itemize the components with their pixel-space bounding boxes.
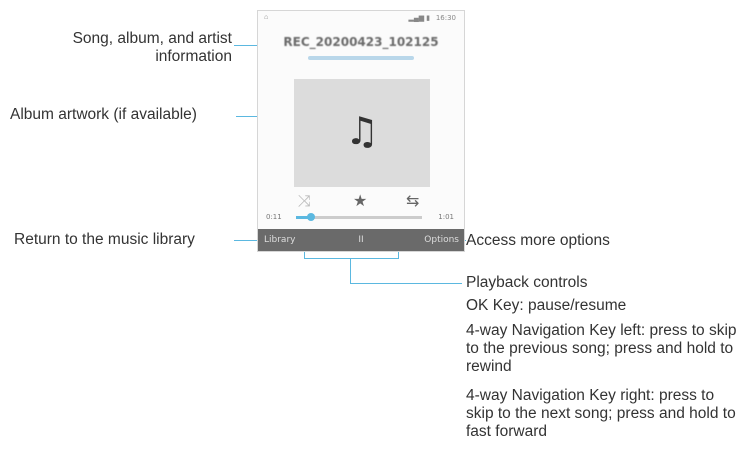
playback-bracket-stem (350, 258, 351, 283)
progress-knob[interactable] (307, 213, 316, 221)
phone-screen: ⌂ ▂▄▆ ▮ 16:30 REC_20200423_102125 ♫ ⤨ ★ … (257, 10, 465, 252)
nav-left-label: 4-way Navigation Key left: press to skip… (466, 322, 737, 375)
ok-key-label: OK Key: pause/resume (466, 297, 627, 314)
nav-right-label: 4-way Navigation Key right: press to ski… (466, 387, 736, 440)
status-icon: ⌂ (264, 14, 269, 21)
elapsed-time: 0:11 (266, 213, 282, 221)
progress-bar[interactable] (296, 213, 422, 221)
options-softkey[interactable]: Options (424, 235, 459, 245)
album-artwork: ♫ (294, 79, 430, 187)
repeat-icon[interactable]: ⇆ (406, 191, 419, 210)
total-time: 1:01 (438, 213, 454, 221)
shuffle-icon[interactable]: ⤨ (298, 191, 311, 211)
artwork-label: Album artwork (if available) (10, 106, 197, 123)
playback-leader (350, 283, 462, 284)
signal-battery-icon: ▂▄▆ ▮ (408, 15, 430, 22)
song-info-label: Song, album, and artist information (72, 30, 232, 65)
music-note-icon: ♫ (344, 109, 380, 153)
favorite-icon[interactable]: ★ (353, 191, 367, 210)
playback-controls-label: Playback controls (466, 274, 588, 291)
options-label: Access more options (466, 232, 610, 249)
album-artist-line (308, 56, 414, 60)
return-label: Return to the music library (14, 231, 195, 248)
playback-bracket-bottom (304, 258, 399, 259)
softkey-bar: Library II Options (258, 229, 464, 251)
status-time: 16:30 (435, 14, 456, 22)
song-title: REC_20200423_102125 (283, 35, 439, 49)
status-bar: ⌂ ▂▄▆ ▮ 16:30 (258, 11, 464, 27)
